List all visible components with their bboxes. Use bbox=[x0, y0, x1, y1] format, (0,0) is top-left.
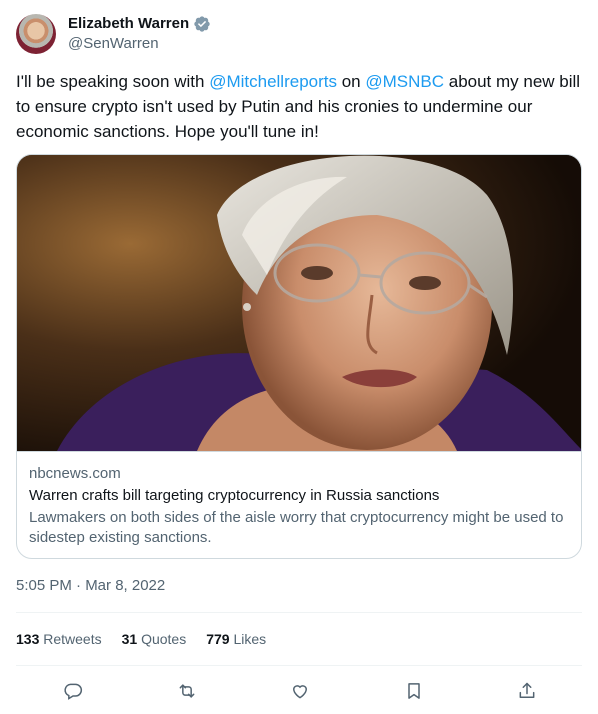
tweet-actions bbox=[16, 678, 582, 704]
divider bbox=[16, 665, 582, 666]
quotes-count: 31 bbox=[121, 631, 138, 647]
avatar[interactable] bbox=[16, 14, 56, 54]
link-card[interactable]: nbcnews.com Warren crafts bill targeting… bbox=[16, 154, 582, 559]
card-body: nbcnews.com Warren crafts bill targeting… bbox=[17, 451, 581, 558]
card-description: Lawmakers on both sides of the aisle wor… bbox=[29, 509, 564, 546]
author-names: Elizabeth Warren @SenWarren bbox=[68, 14, 211, 54]
reply-icon bbox=[64, 683, 83, 700]
tweet-text: I'll be speaking soon with @Mitchellrepo… bbox=[16, 69, 582, 144]
card-image[interactable] bbox=[17, 155, 581, 451]
bookmark-icon bbox=[407, 683, 420, 699]
bookmark-button[interactable] bbox=[403, 680, 425, 702]
display-name[interactable]: Elizabeth Warren bbox=[68, 14, 189, 34]
share-icon bbox=[519, 682, 535, 698]
card-title: Warren crafts bill targeting cryptocurre… bbox=[29, 487, 440, 504]
retweet-icon bbox=[179, 684, 194, 698]
card-domain: nbcnews.com bbox=[29, 465, 121, 482]
likes-stat[interactable]: 779 Likes bbox=[206, 629, 266, 649]
reply-button[interactable] bbox=[62, 680, 84, 702]
tweet-text-part: on bbox=[337, 72, 366, 91]
likes-label: Likes bbox=[233, 631, 267, 647]
tweet-timestamp[interactable]: 5:05 PM · Mar 8, 2022 bbox=[16, 576, 165, 596]
mention-mitchellreports[interactable]: @Mitchellreports bbox=[209, 72, 337, 91]
tweet-header: Elizabeth Warren @SenWarren bbox=[16, 12, 582, 56]
tweet-stats: 133 Retweets 31 Quotes 779 Likes bbox=[16, 629, 266, 649]
name-row: Elizabeth Warren bbox=[68, 14, 211, 34]
card-photo bbox=[17, 155, 581, 451]
mention-msnbc[interactable]: @MSNBC bbox=[365, 72, 444, 91]
quotes-stat[interactable]: 31 Quotes bbox=[122, 629, 187, 649]
retweets-stat[interactable]: 133 Retweets bbox=[16, 629, 102, 649]
retweets-count: 133 bbox=[16, 631, 40, 647]
divider bbox=[16, 612, 582, 613]
share-button[interactable] bbox=[516, 680, 538, 702]
author-handle[interactable]: @SenWarren bbox=[68, 34, 211, 54]
tweet: Elizabeth Warren @SenWarren I'll be spea… bbox=[0, 0, 598, 714]
quotes-label: Quotes bbox=[141, 631, 187, 647]
likes-count: 779 bbox=[206, 631, 230, 647]
verified-badge-icon bbox=[193, 15, 211, 33]
like-icon bbox=[292, 685, 308, 699]
retweet-button[interactable] bbox=[176, 680, 198, 702]
tweet-text-part: I'll be speaking soon with bbox=[16, 72, 210, 91]
like-button[interactable] bbox=[289, 680, 311, 702]
retweets-label: Retweets bbox=[43, 631, 102, 647]
